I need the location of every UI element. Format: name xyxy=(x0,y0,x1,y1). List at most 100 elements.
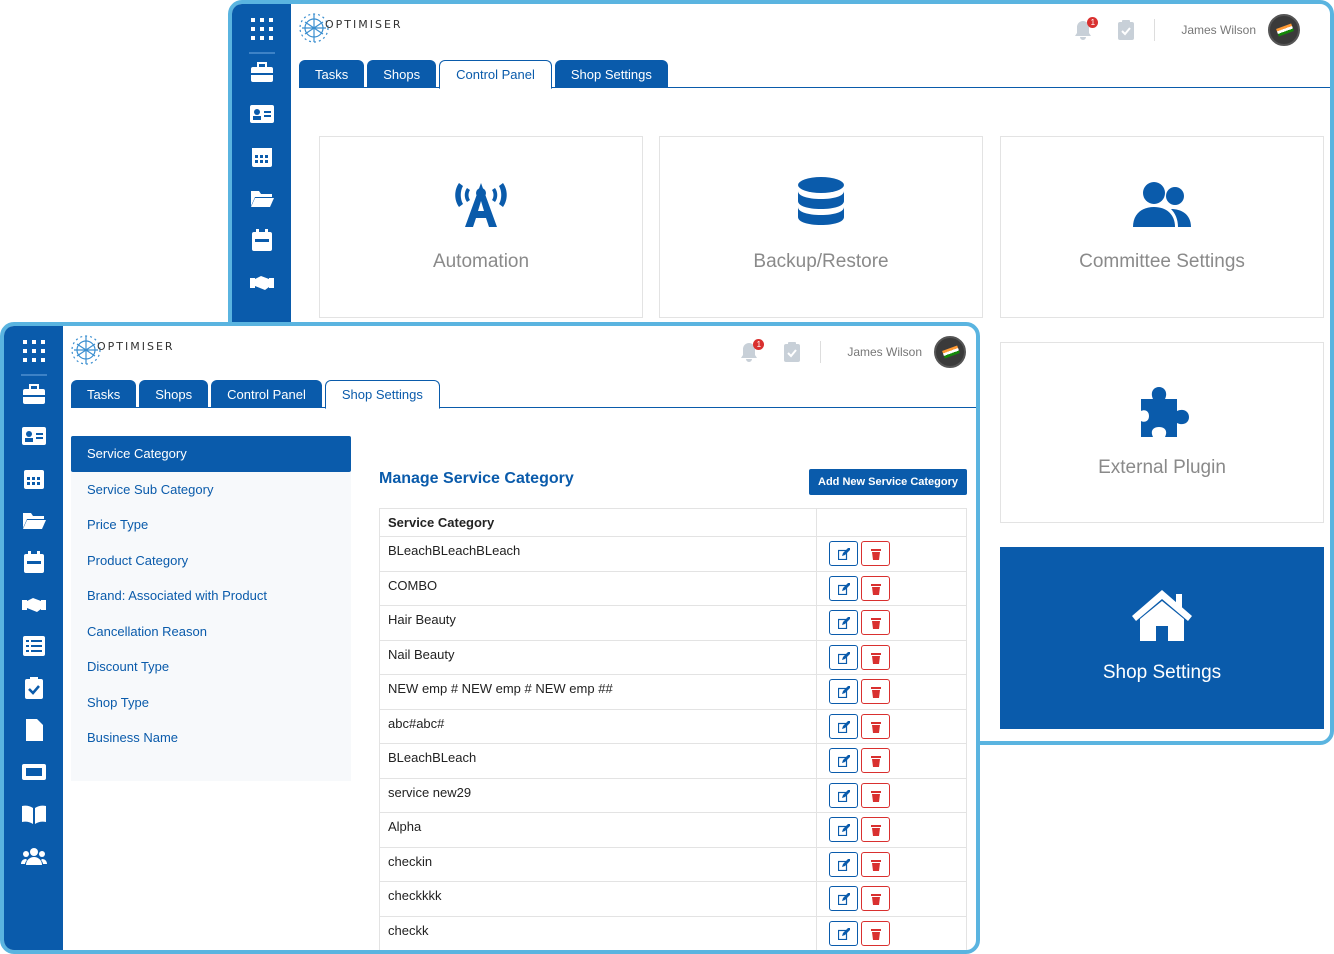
users-icon[interactable] xyxy=(20,844,47,868)
notifications-bell-icon[interactable]: 1 xyxy=(738,339,765,363)
delete-button[interactable] xyxy=(861,782,890,808)
calendar-icon[interactable] xyxy=(21,466,47,490)
id-card-icon[interactable] xyxy=(249,102,275,126)
tab-tasks[interactable]: Tasks xyxy=(71,380,137,408)
committee-settings-card[interactable]: Committee Settings xyxy=(1000,136,1324,318)
tab-shops[interactable]: Shops xyxy=(139,380,209,408)
service-category-name: checkkkk xyxy=(379,881,817,917)
backup-restore-label: Backup/Restore xyxy=(753,251,889,272)
avatar[interactable] xyxy=(934,336,966,368)
clipboard-check-icon[interactable] xyxy=(1116,19,1136,41)
edit-button[interactable] xyxy=(829,782,858,808)
handshake-icon[interactable] xyxy=(249,270,275,294)
edit-button[interactable] xyxy=(829,541,858,566)
notifications-bell-icon[interactable]: 1 xyxy=(1072,17,1099,41)
automation-card[interactable]: Automation xyxy=(319,136,643,318)
delete-button[interactable] xyxy=(861,886,890,911)
file-icon[interactable] xyxy=(21,718,47,742)
folder-open-icon[interactable] xyxy=(249,186,275,210)
ticket-icon[interactable] xyxy=(21,760,47,784)
folder-open-icon[interactable] xyxy=(21,508,47,532)
delete-button[interactable] xyxy=(861,610,890,635)
edit-button[interactable] xyxy=(829,644,858,670)
menu-item-product-category[interactable]: Product Category xyxy=(71,543,351,579)
delete-button[interactable] xyxy=(861,575,890,601)
table-row: Hair Beauty xyxy=(379,605,967,641)
table-row: checkk xyxy=(379,915,967,950)
table-row: Nail Beauty xyxy=(379,639,967,675)
briefcase-icon[interactable] xyxy=(21,382,47,406)
row-actions xyxy=(816,674,967,710)
tab-shops[interactable]: Shops xyxy=(367,60,437,88)
menu-item-service-sub-category[interactable]: Service Sub Category xyxy=(71,472,351,508)
delete-button[interactable] xyxy=(861,748,890,773)
row-actions xyxy=(816,743,967,779)
book-open-icon[interactable] xyxy=(21,802,47,826)
service-category-name: Hair Beauty xyxy=(379,605,817,641)
service-category-name: Nail Beauty xyxy=(379,639,817,675)
external-plugin-card[interactable]: External Plugin xyxy=(1000,342,1324,523)
tab-control-panel[interactable]: Control Panel xyxy=(439,60,552,89)
menu-item-cancellation-reason[interactable]: Cancellation Reason xyxy=(71,614,351,650)
clipboard-check-icon[interactable] xyxy=(782,341,802,363)
row-actions xyxy=(816,846,967,882)
menu-item-service-category[interactable]: Service Category xyxy=(71,436,351,472)
calendar-icon[interactable] xyxy=(249,144,275,168)
top-bar: OPTIMISER 1 James Wilson xyxy=(63,326,976,378)
edit-button[interactable] xyxy=(829,748,858,773)
row-actions xyxy=(816,777,967,813)
menu-item-business-name[interactable]: Business Name xyxy=(71,720,351,756)
menu-item-price-type[interactable]: Price Type xyxy=(71,507,351,543)
handshake-icon[interactable] xyxy=(21,592,47,616)
apps-grid-icon[interactable] xyxy=(250,18,273,40)
menu-item-discount-type[interactable]: Discount Type xyxy=(71,649,351,685)
menu-item-brand[interactable]: Brand: Associated with Product xyxy=(71,578,351,614)
calendar-check-icon[interactable] xyxy=(21,550,47,574)
antenna-icon xyxy=(446,175,516,235)
service-category-name: Alpha xyxy=(379,812,817,848)
notification-badge: 1 xyxy=(1087,17,1099,28)
edit-button[interactable] xyxy=(829,713,858,739)
calendar-check-icon[interactable] xyxy=(249,228,275,252)
edit-button[interactable] xyxy=(829,886,858,911)
delete-button[interactable] xyxy=(861,713,890,739)
shop-settings-window: OPTIMISER 1 James Wilson Tasks Shops Con… xyxy=(0,322,980,954)
delete-button[interactable] xyxy=(861,851,890,877)
apps-grid-icon[interactable] xyxy=(22,340,45,362)
tab-shop-settings[interactable]: Shop Settings xyxy=(324,380,440,409)
service-category-name: BLeachBLeachBLeach xyxy=(379,536,817,572)
service-category-name: abc#abc# xyxy=(379,708,817,744)
notification-badge: 1 xyxy=(753,339,765,350)
tab-tasks[interactable]: Tasks xyxy=(299,60,365,88)
automation-label: Automation xyxy=(432,251,530,272)
clipboard-check-icon[interactable] xyxy=(21,676,47,700)
divider xyxy=(1154,19,1156,41)
edit-button[interactable] xyxy=(829,575,858,601)
delete-button[interactable] xyxy=(861,541,890,566)
shop-settings-card[interactable]: Shop Settings xyxy=(1000,547,1324,729)
edit-button[interactable] xyxy=(829,817,858,842)
avatar[interactable] xyxy=(1268,14,1300,46)
menu-item-shop-type[interactable]: Shop Type xyxy=(71,685,351,721)
service-category-table: Service Category BLeachBLeachBLeach COMBO… xyxy=(379,508,967,950)
tab-shop-settings[interactable]: Shop Settings xyxy=(554,60,668,88)
service-category-name: BLeachBLeach xyxy=(379,743,817,779)
delete-button[interactable] xyxy=(861,679,890,704)
edit-button[interactable] xyxy=(829,610,858,635)
divider xyxy=(820,341,822,363)
top-bar: OPTIMISER 1 James Wilson xyxy=(291,4,1330,56)
briefcase-icon[interactable] xyxy=(249,60,275,84)
edit-button[interactable] xyxy=(829,679,858,704)
edit-button[interactable] xyxy=(829,851,858,877)
id-card-icon[interactable] xyxy=(21,424,47,448)
list-icon[interactable] xyxy=(21,634,47,658)
delete-button[interactable] xyxy=(861,920,890,946)
add-service-category-button[interactable]: Add New Service Category xyxy=(809,469,967,495)
delete-button[interactable] xyxy=(861,817,890,842)
backup-restore-card[interactable]: Backup/Restore xyxy=(659,136,983,318)
edit-button[interactable] xyxy=(829,920,858,946)
service-category-name: NEW emp # NEW emp # NEW emp ## xyxy=(379,674,817,710)
row-actions xyxy=(816,536,967,572)
delete-button[interactable] xyxy=(861,644,890,670)
tab-control-panel[interactable]: Control Panel xyxy=(211,380,322,408)
